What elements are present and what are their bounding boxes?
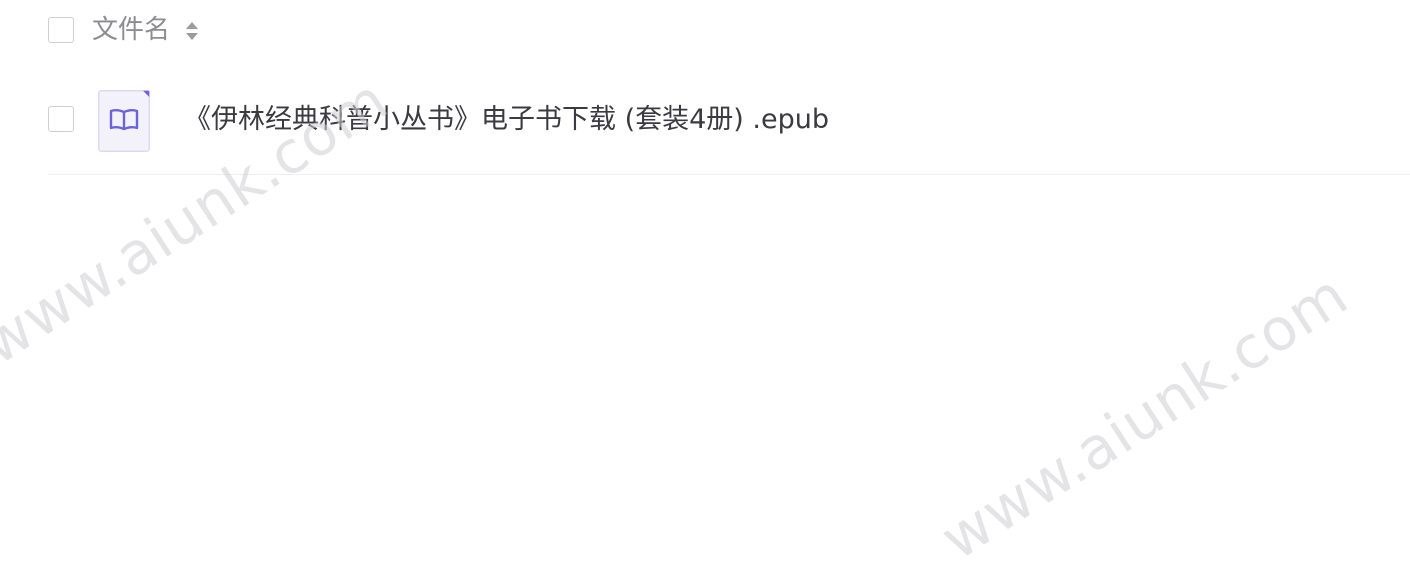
file-row-checkbox[interactable] bbox=[48, 106, 74, 132]
file-list-page: 文件名 《伊林经典科普小丛书》电子书下载 (套装4册) .epub www.ai… bbox=[0, 0, 1410, 588]
select-all-checkbox[interactable] bbox=[48, 17, 74, 43]
sort-icon[interactable] bbox=[184, 19, 200, 43]
file-name-link[interactable]: 《伊林经典科普小丛书》电子书下载 (套装4册) .epub bbox=[184, 100, 829, 140]
filename-column-header[interactable]: 文件名 bbox=[92, 12, 170, 48]
row-divider bbox=[48, 174, 1410, 175]
file-list-header: 文件名 bbox=[0, 0, 1410, 60]
epub-file-icon bbox=[98, 90, 150, 152]
file-row[interactable]: 《伊林经典科普小丛书》电子书下载 (套装4册) .epub bbox=[0, 78, 1410, 175]
watermark: www.aiunk.com bbox=[928, 260, 1360, 573]
